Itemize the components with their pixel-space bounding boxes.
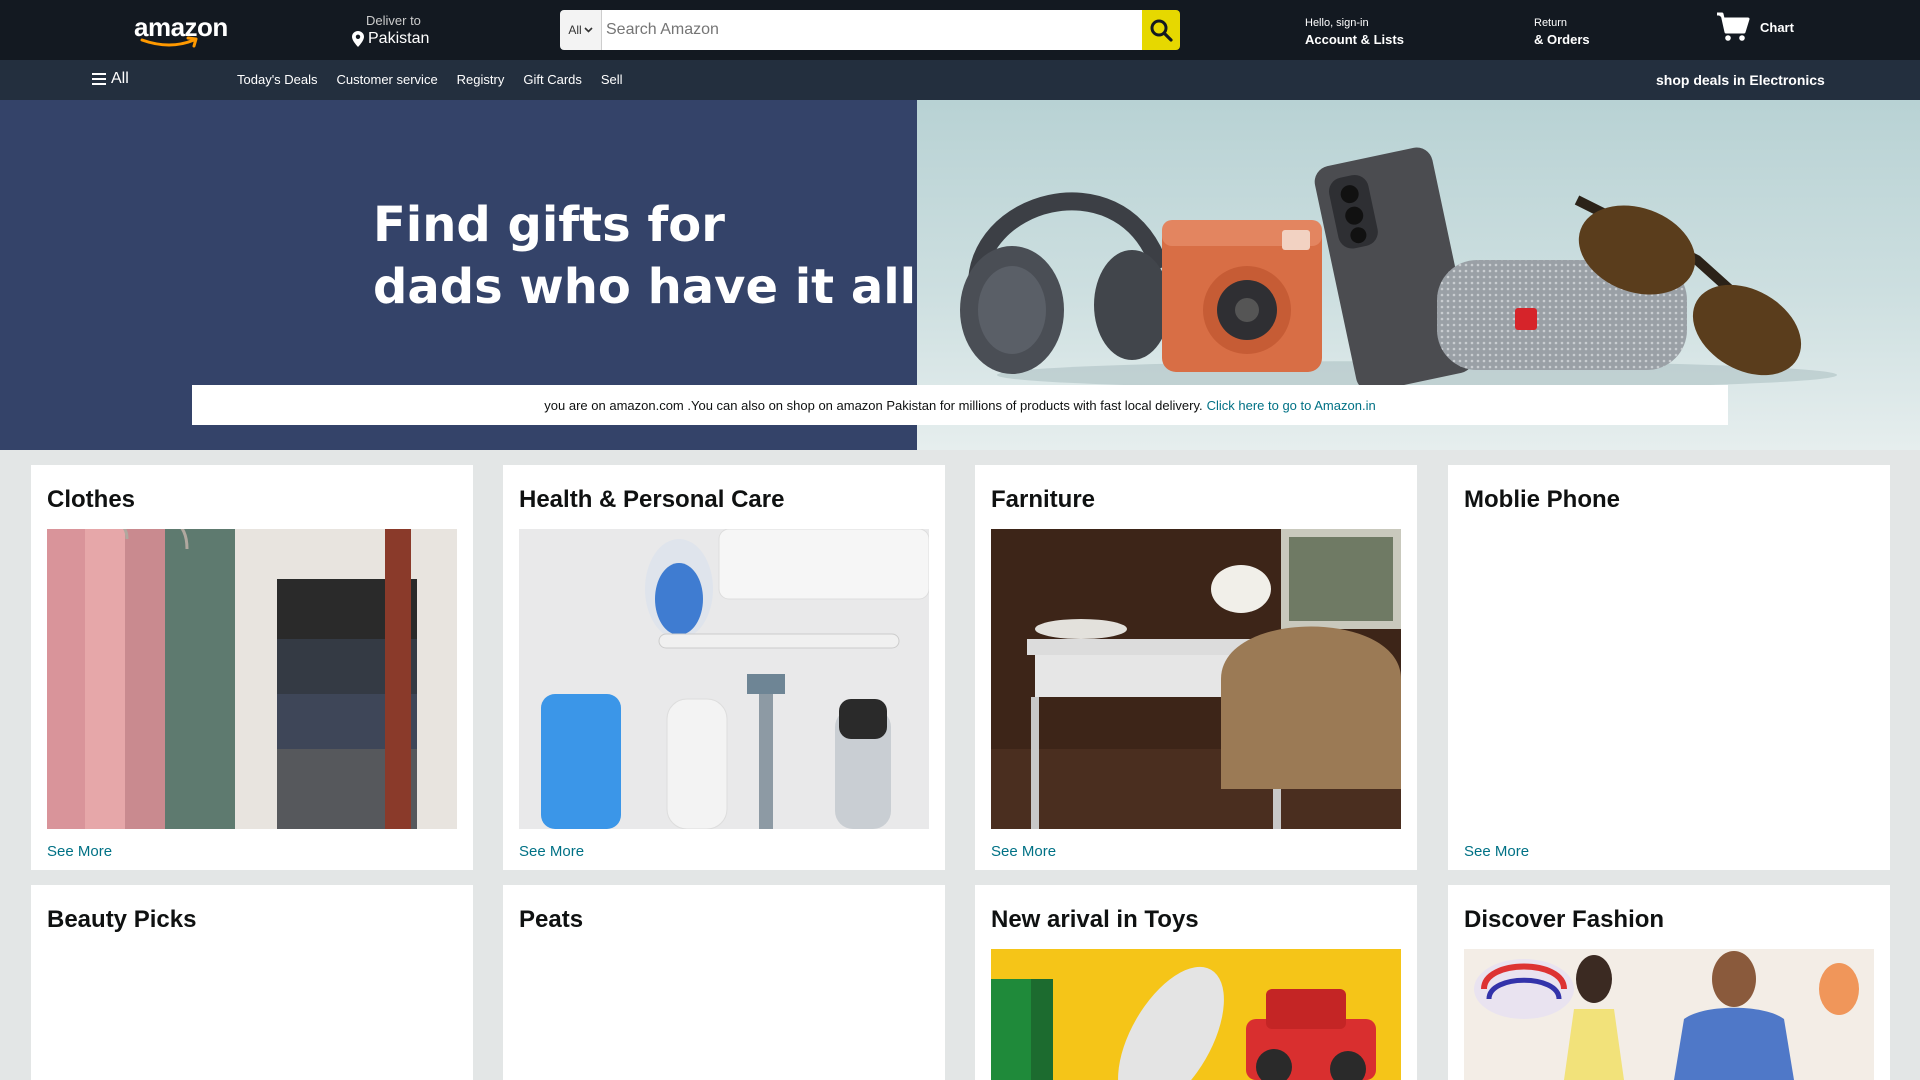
search-input[interactable] [602,10,1142,50]
subnav-links: Today's Deals Customer service Registry … [237,72,623,88]
top-navbar: amazon Deliver to Pakistan All Search Am… [0,0,1920,60]
see-more-link[interactable]: See More [991,843,1056,860]
hero-title-line1: Find gifts for [373,197,725,253]
card-title: Health & Personal Care [519,486,785,513]
clothes-image[interactable] [47,529,457,829]
deliver-label: Deliver to [366,13,421,28]
hamburger-icon [92,73,106,85]
category-card-beauty: Beauty Picks [31,885,473,1080]
category-card-health: Health & Personal Care See More [503,465,945,870]
category-card-fashion: Discover Fashion [1448,885,1890,1080]
subnav-link-todays-deals[interactable]: Today's Deals [237,72,318,88]
subnav-link-gift-cards[interactable]: Gift Cards [523,72,582,88]
subnav-link-registry[interactable]: Registry [457,72,505,88]
deliver-location: Pakistan [368,30,430,47]
category-card-mobile-phone: Moblie Phone See More [1448,465,1890,870]
card-title: Farniture [991,486,1096,513]
card-title: Discover Fashion [1464,906,1665,933]
instant-camera-image [1162,220,1322,372]
fashion-image[interactable] [1464,949,1874,1080]
subnav-link-sell[interactable]: Sell [601,72,623,88]
all-label: All [111,70,129,87]
category-card-furniture: Farniture See More [975,465,1417,870]
see-more-link[interactable]: See More [47,843,112,860]
category-card-pets: Peats [503,885,945,1080]
health-care-image[interactable] [519,529,929,829]
orders-label: & Orders [1534,32,1590,47]
category-card-toys: New arival in Toys [975,885,1417,1080]
account-greeting: Hello, sign-in [1305,17,1369,29]
see-more-link[interactable]: See More [1464,843,1529,860]
smile-arrow-icon [140,36,198,48]
amazon-logo[interactable]: amazon [134,14,228,48]
search-icon [1150,19,1173,42]
notice-text: you are on amazon.com .You can also on s… [544,397,1203,413]
cart-icon [1717,12,1750,41]
cart-button[interactable]: Chart [1716,12,1794,42]
hero-title: Find gifts for dads who have it all [373,194,916,318]
furniture-image[interactable] [991,529,1401,829]
location-pin-icon [352,31,364,47]
headphones-image [960,192,1170,374]
search-category-label: All [568,23,582,37]
hero-title-line2: dads who have it all [373,259,917,315]
account-lists[interactable]: Hello, sign-in Account & Lists [1305,16,1404,48]
deliver-to[interactable]: Deliver to Pakistan [352,13,472,49]
chevron-down-icon [584,27,593,33]
search-bar: All [560,10,1180,50]
subnav-link-customer-service[interactable]: Customer service [337,72,438,88]
mobile-phone-image-placeholder[interactable] [1464,529,1874,829]
search-button[interactable] [1142,10,1180,50]
hero-banner[interactable]: Find gifts for dads who have it all you … [0,100,1920,450]
card-title: Peats [519,906,584,933]
amazon-in-link[interactable]: Click here to go to Amazon.in [1207,398,1376,413]
all-menu-button[interactable]: All [92,70,129,88]
card-title: Beauty Picks [47,906,197,933]
see-more-link[interactable]: See More [519,843,584,860]
search-category-select[interactable]: All [560,10,602,50]
toys-image[interactable] [991,949,1401,1080]
card-title: New arival in Toys [991,906,1199,933]
returns-orders[interactable]: Return & Orders [1534,16,1590,48]
account-label: Account & Lists [1305,32,1404,47]
electronics-promo-link[interactable]: shop deals in Electronics [1656,72,1825,88]
cart-label: Chart [1760,19,1794,35]
card-title: Clothes [47,486,136,513]
locale-notice: you are on amazon.com .You can also on s… [192,385,1728,425]
card-title: Moblie Phone [1464,486,1620,513]
sub-navbar: All Today's Deals Customer service Regis… [0,60,1920,100]
category-card-clothes: Clothes See More [31,465,473,870]
returns-label: Return [1534,17,1568,29]
